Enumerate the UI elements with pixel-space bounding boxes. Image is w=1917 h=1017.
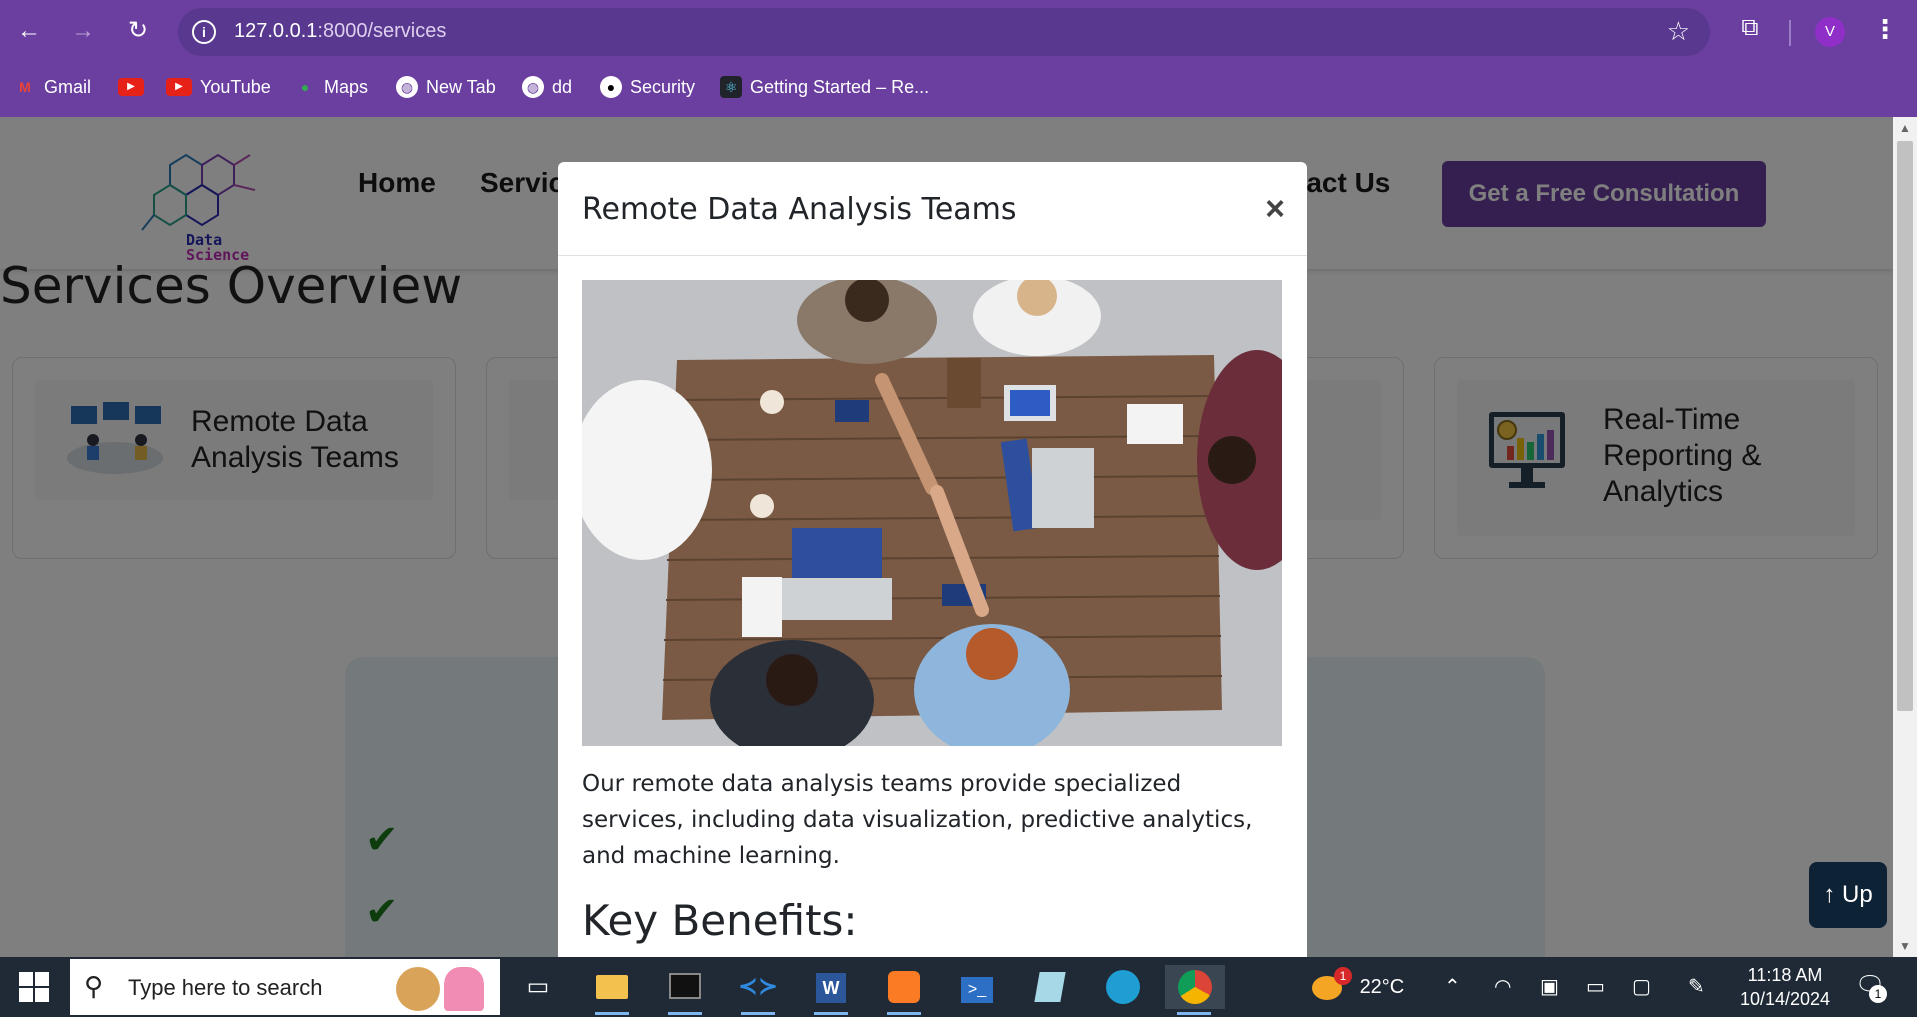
active-indicator xyxy=(741,1012,775,1015)
active-indicator xyxy=(595,1012,629,1015)
weather-widget[interactable]: 1 22°C xyxy=(1312,957,1404,1017)
system-clock[interactable]: 11:18 AM 10/14/2024 xyxy=(1730,963,1840,1011)
scroll-up-arrow-icon[interactable]: ▲ xyxy=(1898,121,1912,135)
bookmark-youtube-icon-only[interactable]: ▶ xyxy=(118,70,152,104)
search-placeholder: Type here to search xyxy=(128,975,323,1000)
bookmark-star-icon[interactable]: ☆ xyxy=(1667,16,1690,47)
active-indicator xyxy=(814,1012,848,1015)
cookie-icon xyxy=(396,967,440,1011)
react-icon: ⚛ xyxy=(720,76,742,98)
vscode-icon[interactable]: ≺≻ xyxy=(735,965,781,1015)
network-icon[interactable]: ◠ xyxy=(1494,957,1511,1017)
bookmark-new-tab[interactable]: ◍ New Tab xyxy=(396,70,496,104)
back-arrow-icon[interactable]: ← xyxy=(12,14,46,48)
key-benefits-heading: Key Benefits: xyxy=(582,896,858,945)
active-indicator xyxy=(1177,1012,1211,1015)
word-icon[interactable]: W xyxy=(808,965,854,1015)
file-explorer-icon[interactable] xyxy=(589,965,635,1015)
page-scrollbar[interactable]: ▲ ▼ xyxy=(1893,117,1917,957)
bookmark-getting-started[interactable]: ⚛ Getting Started – Re... xyxy=(720,70,929,104)
scroll-down-arrow-icon[interactable]: ▼ xyxy=(1898,939,1912,953)
maps-icon: ● xyxy=(300,79,310,95)
bookmarks-bar: M Gmail ▶ ▶ YouTube ● Maps ◍ New Tab ◍ dd ● Se… xyxy=(0,70,1917,104)
youtube-icon: ▶ xyxy=(118,78,144,96)
clock-date: 10/14/2024 xyxy=(1739,989,1831,1009)
bookmark-security[interactable]: ● Security xyxy=(600,70,695,104)
url-text[interactable]: 127.0.0.1:8000/services xyxy=(234,20,446,43)
team-meeting-photo xyxy=(582,280,1282,746)
profile-avatar[interactable]: V xyxy=(1815,17,1845,47)
globe-icon: ◍ xyxy=(396,76,418,98)
globe-icon: ◍ xyxy=(522,76,544,98)
windows-taskbar: ⚲ Type here to search ▭ ≺≻ W >_ 1 22°C ⌃… xyxy=(0,957,1917,1017)
task-view-icon[interactable]: ▭ xyxy=(515,965,561,1009)
site-info-icon[interactable]: i xyxy=(192,20,216,44)
battery-icon[interactable]: ▭ xyxy=(1586,957,1605,1017)
youtube-icon: ▶ xyxy=(166,78,192,96)
taskbar-search-input[interactable]: ⚲ Type here to search xyxy=(70,959,500,1015)
display-icon[interactable]: ▢ xyxy=(1632,957,1651,1017)
scroll-to-top-button[interactable]: ↑ Up xyxy=(1809,862,1887,928)
modal-title: Remote Data Analysis Teams xyxy=(582,192,1017,227)
bookmark-gmail[interactable]: M Gmail xyxy=(14,70,91,104)
extensions-icon[interactable]: ⧉ xyxy=(1735,14,1765,44)
weather-badge: 1 xyxy=(1334,967,1352,985)
powershell-icon[interactable]: >_ xyxy=(954,965,1000,1009)
pen-icon[interactable]: ✎ xyxy=(1688,957,1705,1017)
clock-time: 11:18 AM xyxy=(1747,965,1823,985)
windows-start-icon[interactable] xyxy=(18,971,50,1003)
bookmark-maps[interactable]: ● Maps xyxy=(294,70,368,104)
github-icon: ● xyxy=(600,76,622,98)
browser-chrome: ← → ↻ i 127.0.0.1:8000/services ☆ ⧉ V ⋮ … xyxy=(0,0,1917,117)
notification-count: 1 xyxy=(1869,985,1887,1003)
service-detail-modal: Remote Data Analysis Teams × Our remote … xyxy=(558,162,1307,1017)
scroll-thumb[interactable] xyxy=(1897,141,1913,711)
active-indicator xyxy=(887,1012,921,1015)
cupcake-icon xyxy=(444,967,484,1011)
reload-icon[interactable]: ↻ xyxy=(121,14,155,48)
edge-icon[interactable] xyxy=(1100,965,1146,1009)
notepad-icon[interactable] xyxy=(1027,965,1073,1009)
toolbar-divider xyxy=(1789,20,1791,46)
address-bar[interactable]: i 127.0.0.1:8000/services ☆ xyxy=(178,8,1710,56)
modal-description: Our remote data analysis teams provide s… xyxy=(582,771,1253,869)
chrome-icon[interactable] xyxy=(1165,965,1225,1015)
terminal-icon[interactable] xyxy=(662,965,708,1015)
notifications-icon[interactable]: 🗨 1 xyxy=(1855,971,1887,1003)
close-icon[interactable]: × xyxy=(1265,190,1285,229)
gmail-icon: M xyxy=(19,79,31,95)
browser-menu-icon[interactable]: ⋮ xyxy=(1872,14,1898,45)
modal-header: Remote Data Analysis Teams × xyxy=(558,162,1307,256)
meet-now-icon[interactable]: ▣ xyxy=(1540,957,1559,1017)
weather-temp: 22°C xyxy=(1359,976,1405,998)
bookmark-youtube[interactable]: ▶ YouTube xyxy=(166,70,271,104)
xampp-icon[interactable] xyxy=(881,965,927,1015)
forward-arrow-icon[interactable]: → xyxy=(66,14,100,48)
show-hidden-icons-icon[interactable]: ⌃ xyxy=(1444,957,1461,1017)
active-indicator xyxy=(668,1012,702,1015)
bookmark-dd[interactable]: ◍ dd xyxy=(522,70,572,104)
search-icon: ⚲ xyxy=(84,971,104,1001)
